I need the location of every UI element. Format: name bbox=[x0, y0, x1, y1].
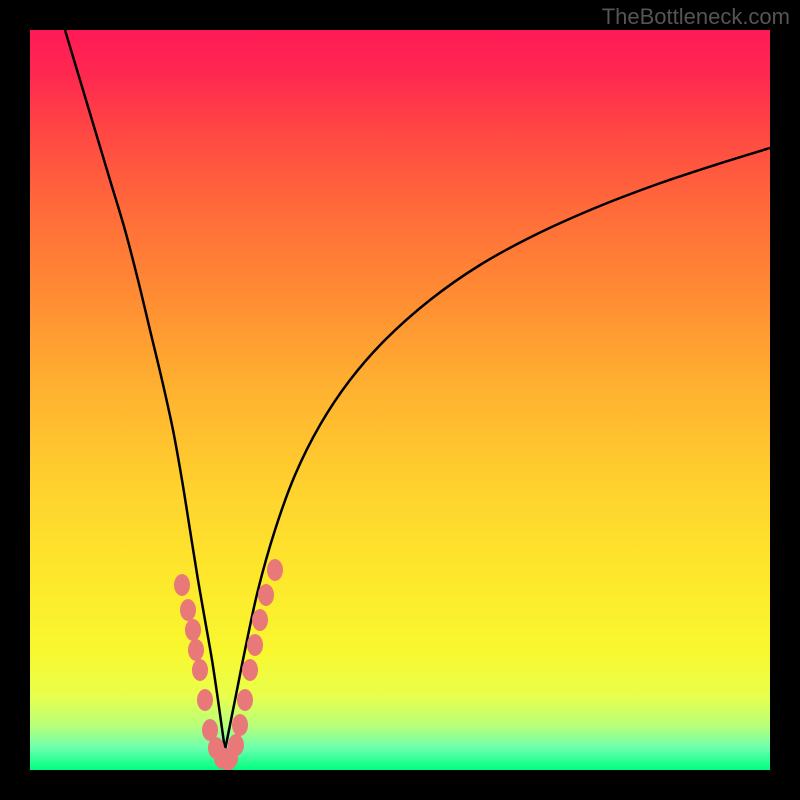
data-marker bbox=[197, 689, 213, 711]
right-curve bbox=[225, 148, 770, 750]
curves-layer bbox=[30, 30, 770, 770]
plot-area bbox=[30, 30, 770, 770]
watermark: TheBottleneck.com bbox=[602, 4, 790, 30]
data-marker bbox=[237, 689, 253, 711]
data-marker bbox=[242, 659, 258, 681]
data-marker bbox=[228, 734, 244, 756]
data-marker bbox=[232, 714, 248, 736]
data-marker bbox=[192, 659, 208, 681]
data-marker bbox=[185, 619, 201, 641]
data-marker bbox=[174, 574, 190, 596]
data-marker bbox=[258, 584, 274, 606]
data-marker bbox=[247, 634, 263, 656]
data-marker bbox=[180, 599, 196, 621]
data-marker bbox=[188, 639, 204, 661]
markers-right bbox=[222, 559, 283, 769]
data-marker bbox=[252, 609, 268, 631]
data-marker bbox=[267, 559, 283, 581]
